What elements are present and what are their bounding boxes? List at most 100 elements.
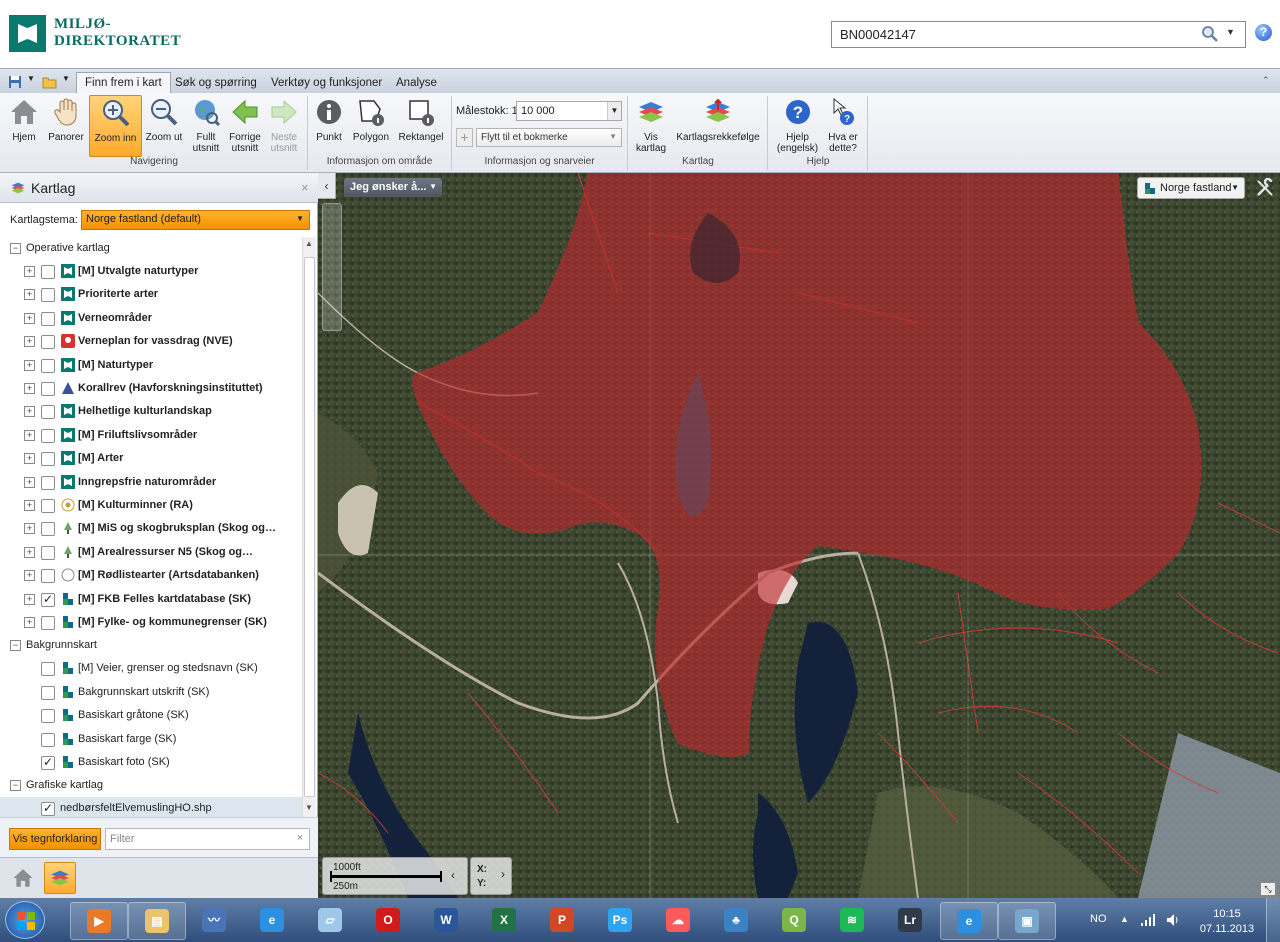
point-info-button[interactable]: Punkt: [312, 95, 346, 143]
zoom-out-button[interactable]: Zoom ut: [143, 95, 185, 143]
show-hidden-icons-icon[interactable]: ▲: [1120, 914, 1129, 924]
add-bookmark-button[interactable]: +: [456, 128, 473, 147]
map-view[interactable]: ‹ Jeg ønsker å... ▼ Norge fastland ▼ 1000f…: [318, 173, 1280, 898]
tab-sok-og-sporring[interactable]: Søk og spørring: [167, 73, 265, 94]
layer-item[interactable]: + [M] Friluftslivsområder: [0, 424, 302, 447]
expand-layer-icon[interactable]: +: [24, 593, 35, 605]
previous-extent-button[interactable]: Forrige utsnitt: [226, 95, 264, 154]
search-dropdown-icon[interactable]: ▼: [1226, 27, 1235, 37]
layer-checkbox[interactable]: [41, 428, 55, 443]
zoom-in-button[interactable]: Zoom inn: [89, 95, 142, 157]
collapse-group-icon[interactable]: −: [10, 640, 21, 652]
scroll-down-icon[interactable]: ▼: [305, 803, 313, 812]
expand-layer-icon[interactable]: +: [24, 406, 35, 418]
expand-layer-icon[interactable]: +: [24, 546, 35, 558]
help-icon[interactable]: ?: [1255, 24, 1272, 41]
expand-layer-icon[interactable]: +: [24, 429, 35, 441]
collapse-scale-icon[interactable]: ‹: [451, 868, 455, 882]
filter-input[interactable]: Filter ×: [105, 828, 310, 850]
ie-icon[interactable]: e: [244, 902, 300, 938]
layer-item[interactable]: + [M] Arealressurser N5 (Skog og…: [0, 541, 302, 564]
layer-group-header[interactable]: − Operative kartlag: [0, 237, 302, 260]
tools-icon[interactable]: [1255, 178, 1275, 198]
save-icon[interactable]: [8, 75, 22, 89]
layer-item[interactable]: + Helhetlige kulturlandskap: [0, 400, 302, 423]
layer-checkbox[interactable]: [41, 588, 55, 611]
start-button[interactable]: [5, 901, 45, 939]
layer-checkbox[interactable]: [41, 662, 55, 677]
expand-layer-icon[interactable]: +: [24, 570, 35, 582]
layer-checkbox[interactable]: [41, 335, 55, 350]
file-explorer-icon[interactable]: ▤: [128, 902, 186, 940]
layer-item[interactable]: + Korallrev (Havforskningsinstituttet): [0, 377, 302, 400]
layer-checkbox[interactable]: [41, 616, 55, 630]
clear-filter-icon[interactable]: ×: [297, 832, 303, 844]
layer-checkbox[interactable]: [41, 475, 55, 490]
scale-input[interactable]: 10 000 ▼: [516, 101, 622, 121]
layer-item[interactable]: + [M] FKB Felles kartdatabase (SK): [0, 588, 302, 611]
powerpoint-icon[interactable]: P: [534, 902, 590, 938]
collapse-panel-icon[interactable]: ‹: [318, 173, 336, 199]
layer-group-header[interactable]: − Grafiske kartlag: [0, 774, 302, 797]
open-icon[interactable]: [42, 75, 57, 89]
layer-checkbox[interactable]: [41, 405, 55, 420]
layer-item[interactable]: + Verneområder: [0, 307, 302, 330]
language-indicator[interactable]: NO: [1090, 913, 1107, 925]
layer-group-header[interactable]: − Bakgrunnskart: [0, 634, 302, 657]
tab-finn-frem-i-kart[interactable]: Finn frem i kart: [76, 72, 171, 94]
volume-icon[interactable]: [1166, 913, 1180, 927]
polygon-info-button[interactable]: Polygon: [349, 95, 393, 143]
pan-button[interactable]: Panorer: [45, 95, 87, 143]
layer-checkbox[interactable]: [41, 732, 55, 747]
layer-checkbox[interactable]: [41, 265, 55, 279]
expand-layer-icon[interactable]: +: [24, 523, 35, 535]
layer-item[interactable]: Basiskart farge (SK): [0, 728, 302, 751]
notes-icon[interactable]: ▱: [302, 902, 358, 938]
qgis-icon[interactable]: Q: [766, 902, 822, 938]
layer-checkbox[interactable]: [41, 358, 55, 373]
expand-layer-icon[interactable]: +: [24, 312, 35, 324]
layer-checkbox[interactable]: [41, 311, 55, 326]
layer-item[interactable]: + [M] MiS og skogbruksplan (Skog og…: [0, 517, 302, 540]
layer-item[interactable]: + [M] Arter: [0, 447, 302, 470]
layer-item[interactable]: + Prioriterte arter: [0, 283, 302, 306]
clock[interactable]: 10:15 07.11.2013: [1198, 907, 1256, 937]
layer-checkbox[interactable]: [41, 288, 55, 303]
scrollbar-thumb[interactable]: [304, 257, 315, 797]
layer-checkbox[interactable]: [41, 709, 55, 724]
scroll-up-icon[interactable]: ▲: [305, 239, 313, 248]
layer-checkbox[interactable]: [41, 499, 55, 513]
layer-item[interactable]: + Inngrepsfrie naturområder: [0, 471, 302, 494]
layer-checkbox[interactable]: [41, 382, 55, 396]
expand-layer-icon[interactable]: +: [24, 383, 35, 394]
expand-layer-icon[interactable]: +: [24, 476, 35, 488]
layer-item[interactable]: + [M] Naturtyper: [0, 354, 302, 377]
home-icon[interactable]: [12, 867, 34, 889]
close-icon[interactable]: ×: [301, 180, 309, 195]
expand-layer-icon[interactable]: +: [24, 289, 35, 301]
rectangle-info-button[interactable]: Rektangel: [395, 95, 447, 143]
home-button[interactable]: Hjem: [6, 95, 42, 143]
scale-dropdown-icon[interactable]: ▼: [607, 102, 621, 120]
layer-checkbox[interactable]: [41, 569, 55, 584]
layer-item[interactable]: Basiskart foto (SK): [0, 751, 302, 774]
save-menu-caret-icon[interactable]: ▼: [27, 74, 35, 83]
layer-item[interactable]: + [M] Fylke- og kommunegrenser (SK): [0, 611, 302, 634]
layer-item[interactable]: [M] Veier, grenser og stedsnavn (SK): [0, 657, 302, 680]
basemap-select[interactable]: Norge fastland ▼: [1137, 177, 1245, 199]
layer-checkbox[interactable]: [41, 685, 55, 700]
layer-item[interactable]: Bakgrunnskart utskrift (SK): [0, 681, 302, 704]
layer-checkbox[interactable]: [41, 452, 55, 467]
lightroom-icon[interactable]: Lr: [882, 902, 938, 938]
network-signal-icon[interactable]: [1141, 914, 1155, 926]
tab-verktoy-og-funksjoner[interactable]: Verktøy og funksjoner: [263, 73, 390, 94]
layer-item[interactable]: nedbørsfeltElvemuslingHO.shp: [0, 797, 302, 817]
tab-analyse[interactable]: Analyse: [388, 73, 445, 94]
expand-layer-icon[interactable]: +: [24, 359, 35, 371]
layer-checkbox[interactable]: [41, 545, 55, 560]
open-menu-caret-icon[interactable]: ▼: [62, 74, 70, 83]
expand-layer-icon[interactable]: +: [24, 500, 35, 511]
expand-layer-icon[interactable]: +: [24, 617, 35, 628]
collapse-group-icon[interactable]: −: [10, 243, 21, 254]
network-icon[interactable]: ♣: [708, 902, 764, 938]
